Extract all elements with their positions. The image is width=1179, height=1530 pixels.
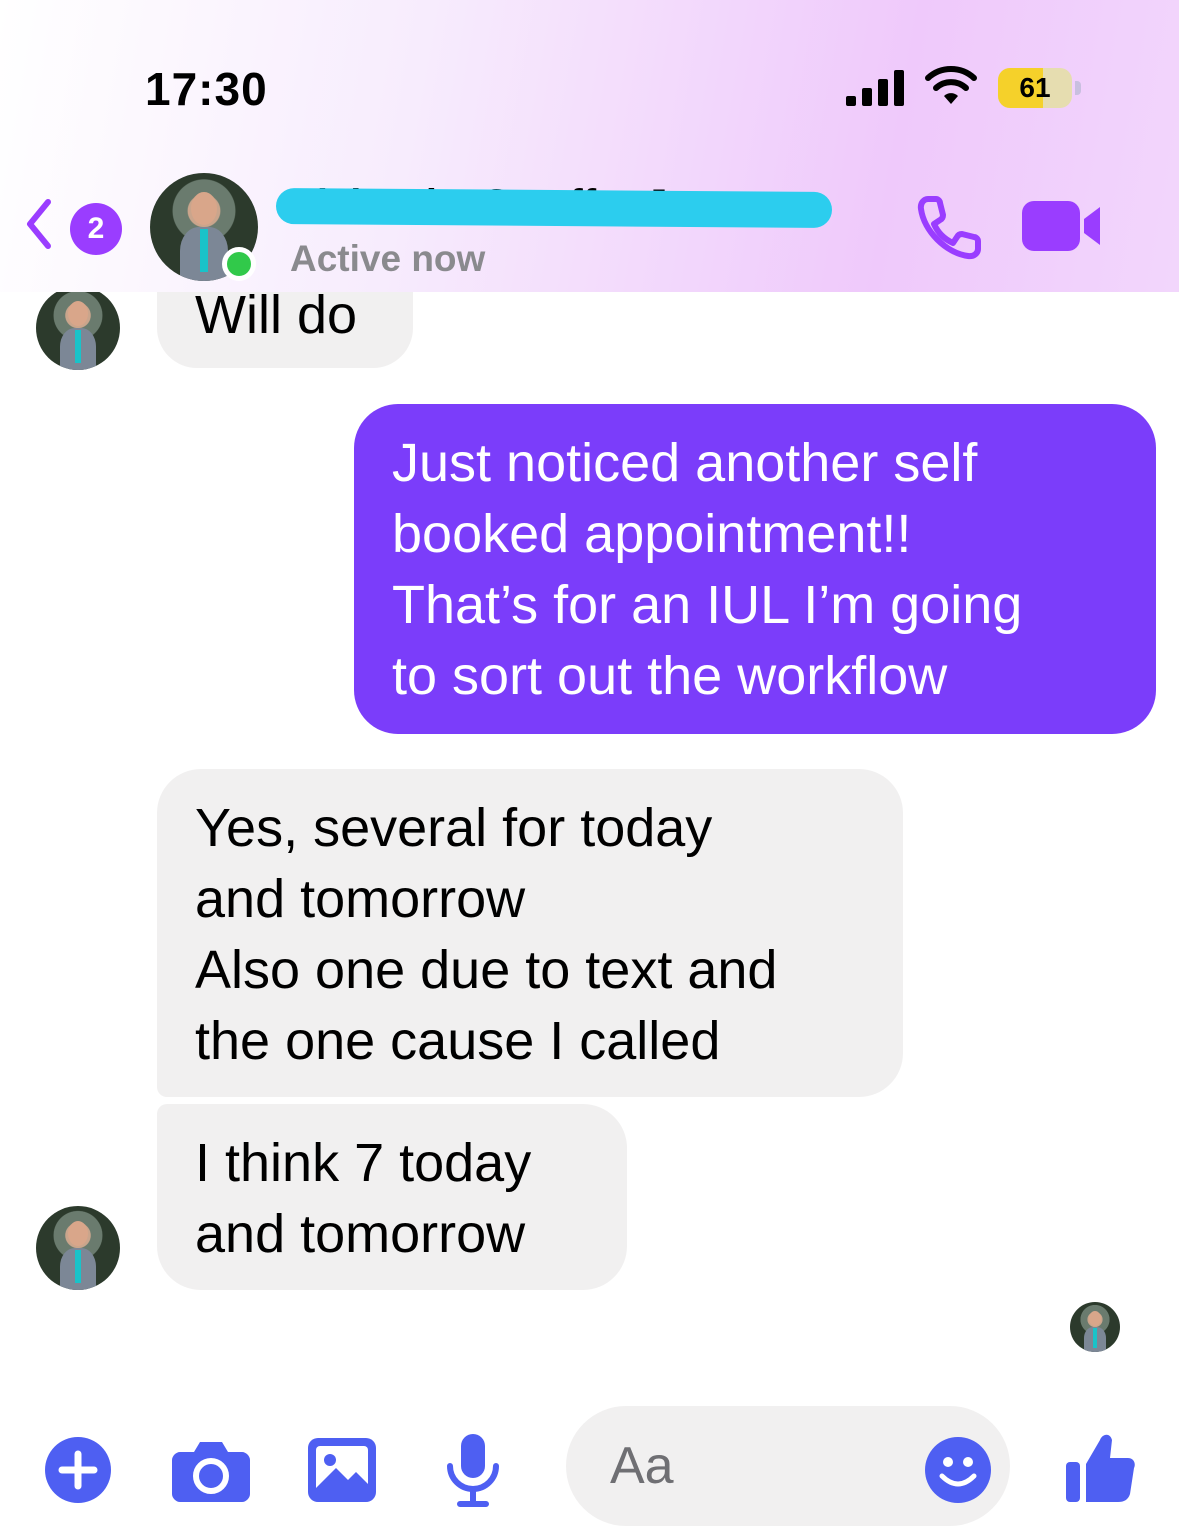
- message-text: Just noticed another self: [392, 433, 978, 493]
- microphone-icon[interactable]: [444, 1432, 502, 1508]
- message-input-placeholder[interactable]: Aa: [610, 1436, 674, 1496]
- online-status-dot: [222, 247, 256, 281]
- back-chevron-icon[interactable]: [24, 196, 54, 252]
- message-bubble-received[interactable]: Yes, several for today and tomorrow Also…: [157, 769, 903, 1097]
- active-status: Active now: [290, 238, 486, 279]
- plus-icon[interactable]: [44, 1436, 112, 1504]
- name-redaction-mark: [275, 188, 833, 228]
- camera-icon[interactable]: [172, 1438, 250, 1502]
- contact-message-avatar[interactable]: [36, 1206, 120, 1290]
- emoji-icon[interactable]: [924, 1436, 992, 1504]
- message-text: booked appointment!!: [392, 504, 912, 564]
- wifi-icon: [925, 66, 977, 104]
- message-text: Also one due to text and: [195, 940, 778, 1000]
- video-camera-icon[interactable]: [1022, 197, 1104, 255]
- message-bubble-sent[interactable]: Just noticed another self booked appoint…: [354, 404, 1156, 734]
- unread-count-badge[interactable]: 2: [70, 203, 122, 255]
- cellular-signal-icon: [846, 70, 904, 106]
- status-time: 17:30: [145, 63, 268, 115]
- read-receipt-avatar: [1070, 1302, 1120, 1352]
- contact-message-avatar[interactable]: [36, 286, 120, 370]
- phone-icon[interactable]: [914, 193, 984, 263]
- chat-header: 17:30 61 2 Richard L Stauffer Jr Active …: [0, 0, 1179, 292]
- message-text: and tomorrow: [195, 1204, 526, 1264]
- message-text: to sort out the workflow: [392, 646, 948, 706]
- message-bubble-received[interactable]: I think 7 today and tomorrow: [157, 1104, 627, 1290]
- message-text: I think 7 today: [195, 1133, 532, 1193]
- message-text: the one cause I called: [195, 1011, 721, 1071]
- message-text: and tomorrow: [195, 869, 526, 929]
- battery-indicator: 61: [998, 68, 1082, 108]
- thumbs-up-icon[interactable]: [1066, 1430, 1136, 1504]
- message-text: That’s for an IUL I’m going: [392, 575, 1023, 635]
- battery-percent: 61: [1019, 72, 1051, 103]
- gallery-icon[interactable]: [308, 1438, 376, 1502]
- message-text: Yes, several for today: [195, 798, 713, 858]
